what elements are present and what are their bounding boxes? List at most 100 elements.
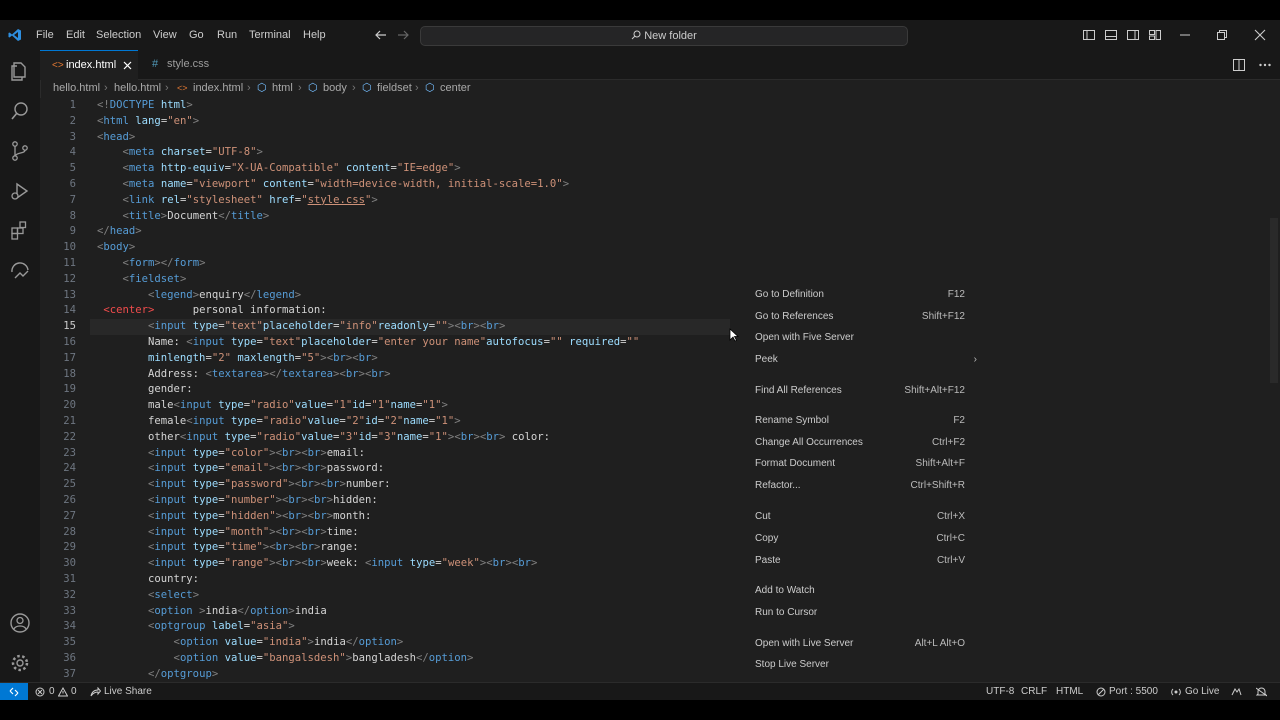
code-line[interactable]: <input type="email"><br><br>password:	[97, 461, 384, 477]
more-actions-icon[interactable]	[1258, 58, 1272, 72]
tab-style-css[interactable]: # style.css	[139, 50, 219, 79]
breadcrumb-item[interactable]: index.html	[193, 79, 243, 98]
code-line[interactable]: <meta name="viewport" content="width=dev…	[97, 177, 570, 193]
code-line[interactable]: <input type="password"><br><br>number:	[97, 477, 391, 493]
menu-terminal[interactable]: Terminal	[249, 20, 291, 50]
code-line[interactable]: <select>	[97, 588, 199, 604]
toggle-secondary-sidebar-icon[interactable]	[1126, 28, 1140, 42]
breadcrumb-item[interactable]: body	[323, 79, 347, 98]
code-line[interactable]: <input type="time"><br><br>range:	[97, 540, 359, 556]
manage-gear-icon[interactable]	[9, 652, 31, 674]
menu-item-stop-live-server[interactable]: Stop Live Server	[755, 655, 965, 675]
toggle-panel-icon[interactable]	[1104, 28, 1118, 42]
menu-go[interactable]: Go	[189, 20, 204, 50]
warning-count[interactable]: 0	[71, 683, 77, 700]
encoding-indicator[interactable]: UTF-8	[986, 683, 1014, 700]
code-line[interactable]: <input type="text"placeholder="info"read…	[97, 319, 505, 335]
code-line[interactable]: <option value="bangalsdesh">bangladesh</…	[97, 651, 474, 667]
menu-file[interactable]: File	[36, 20, 54, 50]
toggle-primary-sidebar-icon[interactable]	[1082, 28, 1096, 42]
code-line[interactable]: <html lang="en">	[97, 114, 199, 130]
code-line[interactable]: <head>	[97, 130, 135, 146]
code-line[interactable]: <option >india</option>india	[97, 604, 327, 620]
split-editor-icon[interactable]	[1232, 58, 1246, 72]
breadcrumb-item[interactable]: hello.html	[53, 79, 100, 98]
code-editor[interactable]: 1 <!DOCTYPE html> 2 <html lang="en"> 3 <head>…	[40, 98, 1268, 682]
menu-item-add-to-watch[interactable]: Add to Watch	[755, 581, 965, 601]
port-indicator[interactable]: Port : 5500	[1109, 683, 1158, 700]
back-arrow-icon[interactable]	[374, 28, 388, 42]
code-line[interactable]: female<input type="radio"value="2"id="2"…	[97, 414, 461, 430]
command-center-search[interactable]: New folder	[420, 26, 908, 46]
scrollbar-thumb[interactable]	[1270, 218, 1278, 383]
menu-item-cut[interactable]: Cut Ctrl+X	[755, 507, 965, 527]
menu-view[interactable]: View	[153, 20, 177, 50]
code-line[interactable]: <meta http-equiv="X-UA-Compatible" conte…	[97, 161, 461, 177]
menu-item-go-to-definition[interactable]: Go to Definition F12	[755, 285, 965, 305]
code-line[interactable]: <input type="number"><br><br>hidden:	[97, 493, 378, 509]
menu-item-peek[interactable]: Peek ›	[755, 350, 977, 370]
menu-item-go-to-references[interactable]: Go to References Shift+F12	[755, 307, 965, 327]
run-debug-icon[interactable]	[9, 180, 31, 202]
menu-item-change-all-occurrences[interactable]: Change All Occurrences Ctrl+F2	[755, 433, 965, 453]
menu-item-copy[interactable]: Copy Ctrl+C	[755, 529, 965, 549]
menu-run[interactable]: Run	[217, 20, 237, 50]
code-line[interactable]: </head>	[97, 224, 142, 240]
menu-edit[interactable]: Edit	[66, 20, 85, 50]
code-line[interactable]: minlength="2" maxlength="5"><br><br>	[97, 351, 378, 367]
code-line[interactable]: gender:	[97, 382, 193, 398]
code-line[interactable]: <fieldset>	[97, 272, 187, 288]
breadcrumb-item[interactable]: hello.html	[114, 79, 161, 98]
code-line[interactable]: <body>	[97, 240, 135, 256]
menu-item-rename-symbol[interactable]: Rename Symbol F2	[755, 411, 965, 431]
code-line[interactable]: <center> personal information:	[97, 303, 326, 319]
editor-scrollbar[interactable]	[1268, 98, 1280, 682]
explorer-icon[interactable]	[9, 60, 31, 82]
code-line[interactable]: <input type="month"><br><br>time:	[97, 525, 359, 541]
language-mode[interactable]: HTML	[1056, 683, 1083, 700]
code-line[interactable]: <option value="india">india</option>	[97, 635, 404, 651]
breadcrumb-item[interactable]: html	[272, 79, 293, 98]
code-line[interactable]: other<input type="radio"value="3"id="3"n…	[97, 430, 550, 446]
code-line[interactable]: <!DOCTYPE html>	[97, 98, 193, 114]
live-share-button[interactable]: Live Share	[104, 683, 152, 700]
notifications-bell-icon[interactable]	[1256, 687, 1267, 697]
code-line[interactable]: <input type="hidden"><br><br>month:	[97, 509, 371, 525]
code-line[interactable]: male<input type="radio"value="1"id="1"na…	[97, 398, 448, 414]
code-line[interactable]: <link rel="stylesheet" href="style.css">	[97, 193, 378, 209]
code-line[interactable]: <optgroup label="asia">	[97, 619, 295, 635]
remote-indicator[interactable]	[0, 683, 28, 700]
tab-index-html[interactable]: <> index.html	[40, 50, 138, 80]
customize-layout-icon[interactable]	[1148, 28, 1162, 42]
minimize-icon[interactable]	[1178, 28, 1192, 42]
breadcrumb-item[interactable]: fieldset	[377, 79, 412, 98]
menu-item-paste[interactable]: Paste Ctrl+V	[755, 551, 965, 571]
copilot-icon[interactable]	[1231, 687, 1242, 697]
code-line[interactable]: Address: <textarea></textarea><br><br>	[97, 367, 391, 383]
breadcrumb-item[interactable]: center	[440, 79, 471, 98]
close-window-icon[interactable]	[1253, 28, 1267, 42]
eol-indicator[interactable]: CRLF	[1021, 683, 1047, 700]
menu-help[interactable]: Help	[303, 20, 326, 50]
code-line[interactable]: <meta charset="UTF-8">	[97, 145, 263, 161]
code-line[interactable]: </optgroup>	[97, 667, 218, 683]
tab-close-icon[interactable]	[123, 61, 132, 70]
code-line[interactable]: <title>Document</title>	[97, 209, 270, 225]
menu-item-find-all-references[interactable]: Find All References Shift+Alt+F12	[755, 381, 965, 401]
menu-item-refactor[interactable]: Refactor... Ctrl+Shift+R	[755, 476, 965, 496]
code-line[interactable]: <input type="range"><br><br>week: <input…	[97, 556, 537, 572]
source-control-icon[interactable]	[9, 140, 31, 162]
search-view-icon[interactable]	[9, 100, 31, 122]
menu-selection[interactable]: Selection	[96, 20, 141, 50]
code-line[interactable]: Name: <input type="text"placeholder="ent…	[97, 335, 639, 351]
restore-icon[interactable]	[1215, 28, 1229, 42]
menu-item-format-document[interactable]: Format Document Shift+Alt+F	[755, 454, 965, 474]
menu-item-open-with-live-server[interactable]: Open with Live Server Alt+L Alt+O	[755, 634, 965, 654]
accounts-icon[interactable]	[9, 612, 31, 634]
menu-item-open-with-five-server[interactable]: Open with Five Server	[755, 328, 965, 348]
error-count[interactable]: 0	[49, 683, 55, 700]
code-line[interactable]: <legend>enquiry</legend>	[97, 288, 301, 304]
code-line[interactable]: <input type="color"><br><br>email:	[97, 446, 365, 462]
extensions-icon[interactable]	[9, 220, 31, 242]
code-line[interactable]: <form></form>	[97, 256, 206, 272]
